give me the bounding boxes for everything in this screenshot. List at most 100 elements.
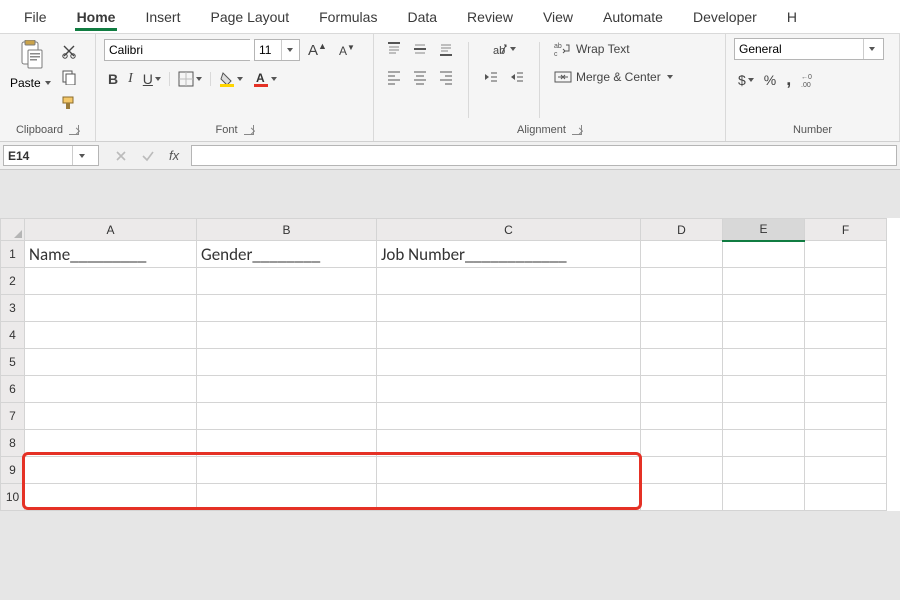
cell-A1[interactable]: Name_________ (25, 241, 197, 268)
row-header-10[interactable]: 10 (1, 484, 25, 511)
cell-F3[interactable] (805, 295, 887, 322)
col-header-F[interactable]: F (805, 219, 887, 241)
cell-B10[interactable] (197, 484, 377, 511)
dialog-launcher-icon[interactable] (69, 125, 79, 135)
cell-A4[interactable] (25, 322, 197, 349)
col-header-A[interactable]: A (25, 219, 197, 241)
align-top-button[interactable] (382, 38, 406, 60)
row-header-7[interactable]: 7 (1, 403, 25, 430)
decrease-font-button[interactable]: A▼ (335, 40, 359, 61)
chevron-down-icon[interactable] (863, 39, 877, 59)
cell-D4[interactable] (641, 322, 723, 349)
cell-F10[interactable] (805, 484, 887, 511)
increase-decimal-button[interactable]: ←0.00 (797, 69, 825, 91)
align-left-button[interactable] (382, 66, 406, 88)
cell-A3[interactable] (25, 295, 197, 322)
row-header-2[interactable]: 2 (1, 268, 25, 295)
cell-E2[interactable] (723, 268, 805, 295)
cell-D8[interactable] (641, 430, 723, 457)
align-bottom-button[interactable] (434, 38, 458, 60)
cell-B4[interactable] (197, 322, 377, 349)
fx-button[interactable]: fx (165, 145, 183, 166)
row-header-8[interactable]: 8 (1, 430, 25, 457)
cell-D1[interactable] (641, 241, 723, 268)
cell-E4[interactable] (723, 322, 805, 349)
cell-F4[interactable] (805, 322, 887, 349)
tab-page-layout[interactable]: Page Layout (198, 3, 301, 33)
comma-button[interactable]: , (782, 66, 795, 93)
formula-input[interactable] (191, 145, 897, 166)
cell-F5[interactable] (805, 349, 887, 376)
cancel-formula-button[interactable] (111, 147, 131, 165)
select-all-corner[interactable] (1, 219, 25, 241)
paste-button[interactable]: Paste (8, 38, 53, 90)
chevron-down-icon[interactable] (72, 146, 88, 165)
format-painter-button[interactable] (57, 92, 81, 114)
cell-E1[interactable] (723, 241, 805, 268)
percent-button[interactable]: % (760, 69, 780, 91)
cell-A9[interactable] (25, 457, 197, 484)
italic-button[interactable]: I (124, 68, 137, 90)
tab-insert[interactable]: Insert (133, 3, 192, 33)
cell-E6[interactable] (723, 376, 805, 403)
cell-D6[interactable] (641, 376, 723, 403)
cell-C8[interactable] (377, 430, 641, 457)
cell-D7[interactable] (641, 403, 723, 430)
fill-color-button[interactable] (215, 68, 247, 90)
row-header-5[interactable]: 5 (1, 349, 25, 376)
cell-A7[interactable] (25, 403, 197, 430)
cell-F2[interactable] (805, 268, 887, 295)
cell-F1[interactable] (805, 241, 887, 268)
cell-F9[interactable] (805, 457, 887, 484)
align-middle-button[interactable] (408, 38, 432, 60)
col-header-E[interactable]: E (723, 219, 805, 241)
col-header-D[interactable]: D (641, 219, 723, 241)
cell-B7[interactable] (197, 403, 377, 430)
cell-E5[interactable] (723, 349, 805, 376)
increase-font-button[interactable]: A▲ (304, 38, 331, 62)
cell-B1[interactable]: Gender________ (197, 241, 377, 268)
cell-E9[interactable] (723, 457, 805, 484)
font-name-input[interactable] (105, 40, 268, 60)
wrap-text-button[interactable]: abc Wrap Text (550, 38, 634, 60)
cell-A6[interactable] (25, 376, 197, 403)
cell-D9[interactable] (641, 457, 723, 484)
font-color-button[interactable]: A (249, 68, 281, 90)
cell-C1[interactable]: Job Number____________ (377, 241, 641, 268)
decrease-indent-button[interactable] (479, 66, 503, 88)
spreadsheet-grid[interactable]: A B C D E F 1Name_________Gender________… (0, 218, 887, 511)
number-format-input[interactable] (735, 39, 863, 59)
align-center-button[interactable] (408, 66, 432, 88)
cell-C6[interactable] (377, 376, 641, 403)
cell-F6[interactable] (805, 376, 887, 403)
cell-C3[interactable] (377, 295, 641, 322)
font-size-combo[interactable] (254, 39, 300, 61)
name-box-input[interactable] (4, 149, 72, 163)
cell-E3[interactable] (723, 295, 805, 322)
cut-button[interactable] (57, 40, 81, 62)
number-format-combo[interactable] (734, 38, 884, 60)
merge-center-button[interactable]: Merge & Center (550, 66, 677, 88)
col-header-B[interactable]: B (197, 219, 377, 241)
cell-A2[interactable] (25, 268, 197, 295)
row-header-1[interactable]: 1 (1, 241, 25, 268)
cell-C4[interactable] (377, 322, 641, 349)
chevron-down-icon[interactable] (281, 40, 295, 60)
cell-C5[interactable] (377, 349, 641, 376)
name-box[interactable] (3, 145, 99, 166)
cell-A8[interactable] (25, 430, 197, 457)
cell-D2[interactable] (641, 268, 723, 295)
cell-B5[interactable] (197, 349, 377, 376)
tab-review[interactable]: Review (455, 3, 525, 33)
borders-button[interactable] (174, 68, 206, 90)
enter-formula-button[interactable] (137, 147, 159, 165)
tab-data[interactable]: Data (395, 3, 449, 33)
row-header-9[interactable]: 9 (1, 457, 25, 484)
tab-home[interactable]: Home (65, 3, 128, 33)
cell-E10[interactable] (723, 484, 805, 511)
cell-E7[interactable] (723, 403, 805, 430)
cell-C9[interactable] (377, 457, 641, 484)
cell-C10[interactable] (377, 484, 641, 511)
orientation-button[interactable]: ab (488, 38, 520, 60)
row-header-3[interactable]: 3 (1, 295, 25, 322)
